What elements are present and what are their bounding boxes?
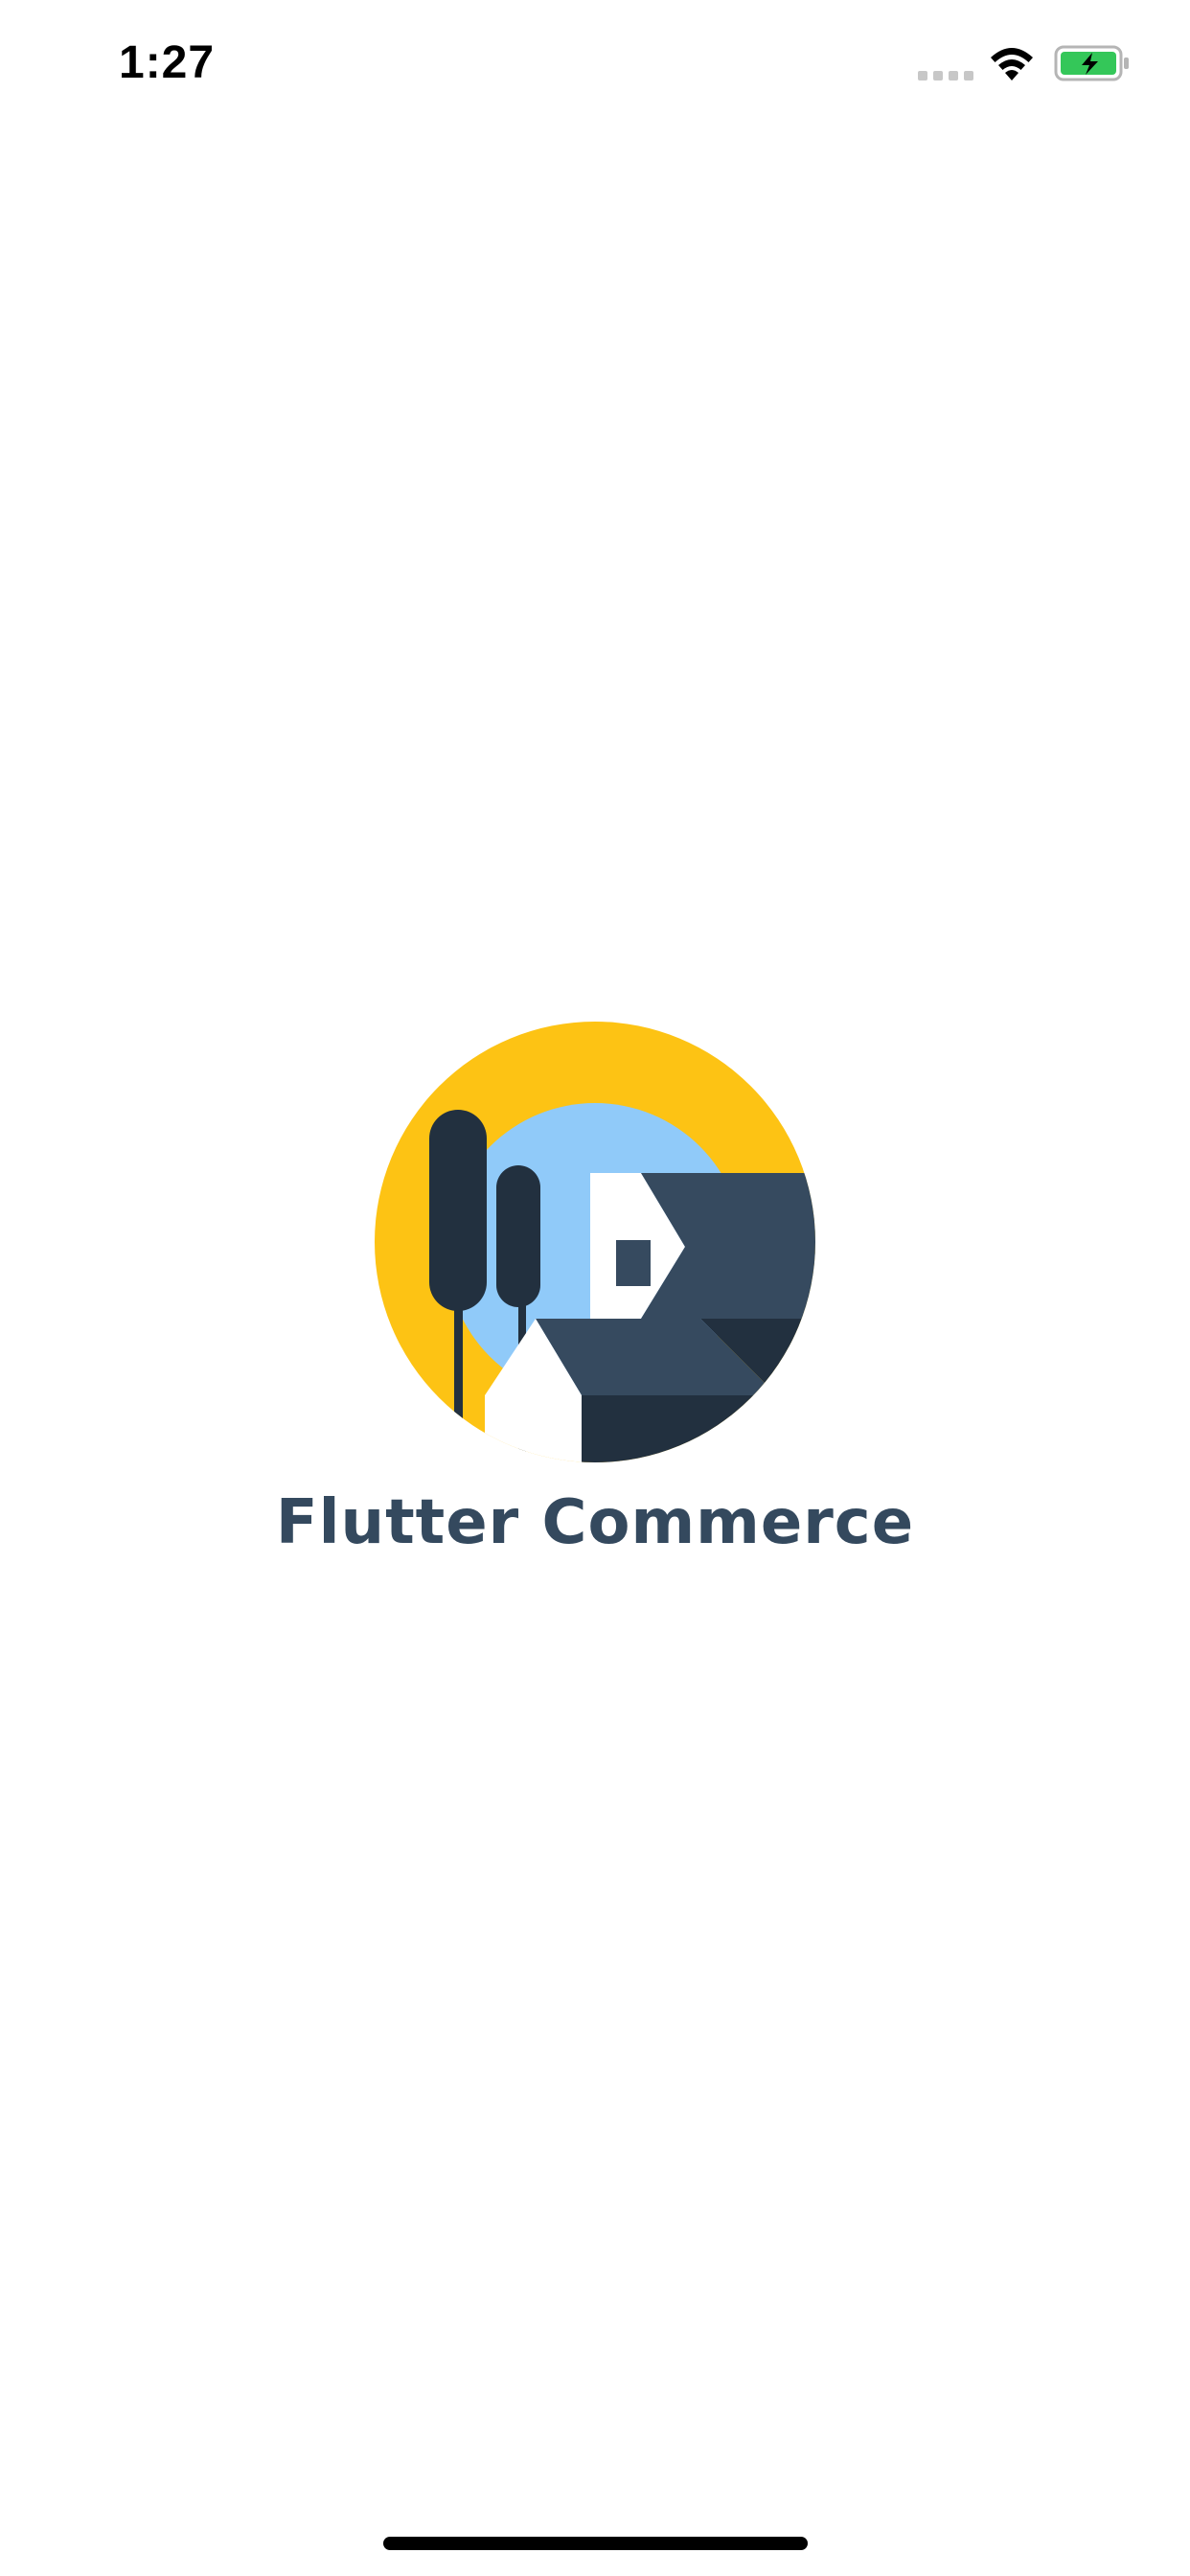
wifi-icon xyxy=(991,48,1033,80)
front-house-body xyxy=(582,1395,815,1462)
tall-tree-crown xyxy=(429,1110,487,1311)
home-indicator[interactable] xyxy=(383,2537,808,2550)
app-logo xyxy=(375,1022,815,1462)
app-title: Flutter Commerce xyxy=(275,1487,915,1558)
back-house-window xyxy=(616,1240,651,1286)
status-bar: 1:27 xyxy=(0,0,1190,134)
cellular-signal-icon xyxy=(918,71,973,80)
battery-charging-icon xyxy=(1054,45,1129,81)
status-time: 1:27 xyxy=(119,37,216,88)
short-tree-crown xyxy=(496,1165,540,1307)
tall-tree-trunk xyxy=(454,1290,463,1462)
